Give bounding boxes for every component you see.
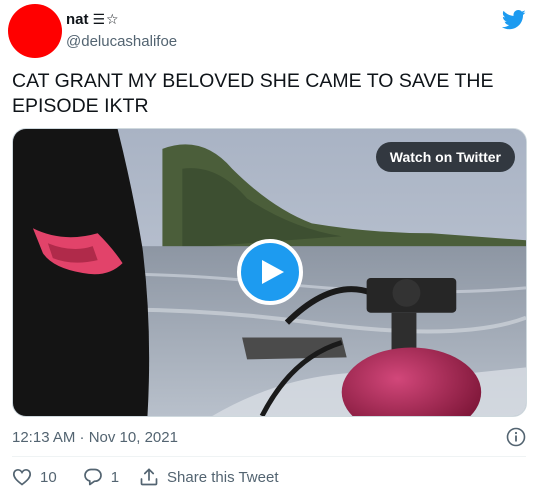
share-upload-icon [140,468,158,486]
tweet-actions: 10 1 Share this Tweet [12,467,278,487]
like-count: 10 [40,468,57,486]
divider [12,456,526,457]
share-label: Share this Tweet [167,468,279,486]
avatar[interactable] [8,4,62,58]
share-button[interactable]: Share this Tweet [139,467,278,487]
twitter-bird-icon[interactable] [502,10,526,30]
heart-icon [12,468,32,486]
reply-button[interactable]: 1 [83,467,119,487]
tweet-text: CAT GRANT MY BELOVED SHE CAME TO SAVE TH… [12,70,494,117]
author-name-emoji: ☰☆ [92,11,120,27]
watch-on-twitter-button[interactable]: Watch on Twitter [375,142,515,172]
reply-count: 1 [110,468,120,486]
tweet-timestamp[interactable]: 12:13 AM · Nov 10, 2021 [12,429,178,446]
like-button[interactable]: 10 [12,467,57,487]
author-name-row[interactable]: nat ☰☆ [66,11,120,28]
author-handle[interactable]: @delucashalifoe [66,33,177,50]
author-display-name[interactable]: nat [66,11,89,28]
info-icon[interactable] [506,427,526,447]
play-icon [261,260,284,284]
play-button[interactable] [237,239,303,305]
reply-bubble-icon [83,468,102,486]
video-player[interactable]: Watch on Twitter [12,128,527,417]
